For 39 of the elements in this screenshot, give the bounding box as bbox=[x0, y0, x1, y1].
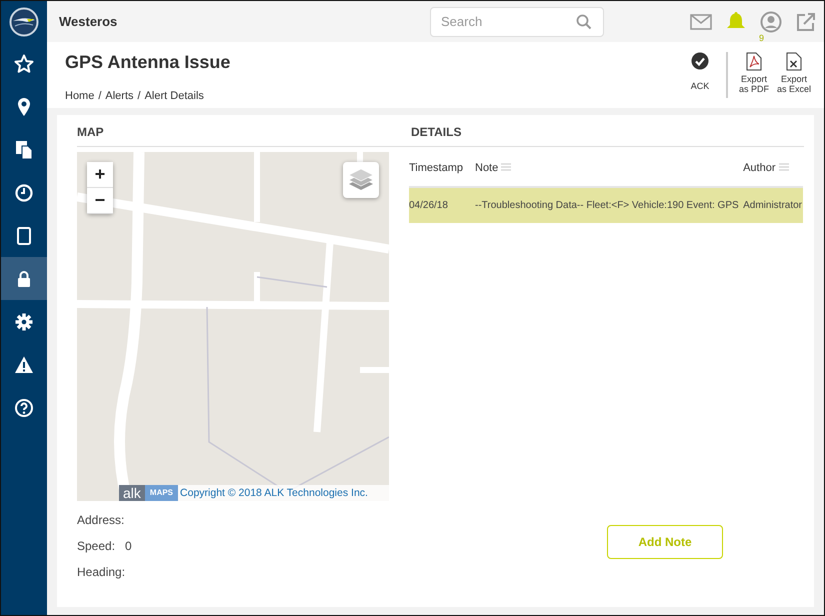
table-row[interactable]: 04/26/18 --Troubleshooting Data-- Fleet:<F> Vehicle:190 Event: GPS Administrator bbox=[409, 187, 803, 223]
map-logo: alk bbox=[119, 485, 145, 501]
table-cell: Administrator bbox=[743, 187, 803, 223]
search-field[interactable]: Search bbox=[430, 6, 604, 36]
list-icon bbox=[501, 163, 512, 171]
layers-icon bbox=[348, 168, 374, 192]
breadcrumb-link[interactable]: Home bbox=[65, 90, 94, 102]
breadcrumb-current: Alert Details bbox=[144, 90, 204, 102]
map-logo-badge: MAPS bbox=[144, 485, 178, 501]
list-icon bbox=[778, 163, 789, 171]
section-heading: DETAILS bbox=[409, 115, 804, 147]
field-label: Heading: bbox=[77, 565, 126, 579]
zoom-out-button[interactable]: − bbox=[87, 188, 113, 214]
page-title: GPS Antenna Issue bbox=[65, 52, 230, 73]
app-title: Westeros bbox=[59, 14, 118, 29]
breadcrumb-link[interactable]: Alerts bbox=[105, 90, 134, 102]
layers-button[interactable] bbox=[343, 162, 379, 198]
notification-count: 9 bbox=[759, 32, 764, 42]
table-cell: 04/26/18 bbox=[409, 187, 475, 223]
table-cell: --Troubleshooting Data-- Fleet:<F> Vehicle:190 Event: GPS bbox=[475, 187, 744, 223]
field-label: Address: bbox=[77, 513, 124, 527]
breadcrumb-separator: / bbox=[98, 90, 102, 102]
export-pdf-button[interactable]: Export as PDF bbox=[734, 52, 774, 94]
external-link-icon[interactable] bbox=[796, 12, 816, 32]
excel-file-icon bbox=[786, 52, 802, 71]
export-excel-button[interactable]: Export as Excel bbox=[774, 52, 814, 94]
breadcrumb-separator: / bbox=[138, 90, 141, 102]
envelope-icon[interactable] bbox=[690, 14, 712, 30]
field-label: Speed: bbox=[77, 539, 116, 553]
zoom-in-button[interactable]: + bbox=[87, 162, 113, 188]
section-heading: MAP bbox=[77, 115, 409, 147]
copyright-link[interactable]: Copyright © 2018 ALK Technologies Inc. bbox=[180, 487, 368, 499]
field-value: 0 bbox=[125, 539, 132, 553]
check-circle-icon bbox=[691, 52, 709, 70]
lock-icon[interactable] bbox=[1, 257, 47, 300]
search-icon bbox=[576, 14, 592, 30]
user-avatar-icon[interactable] bbox=[760, 10, 782, 32]
ack-button[interactable]: ACK bbox=[680, 52, 720, 91]
pdf-file-icon bbox=[746, 52, 762, 71]
